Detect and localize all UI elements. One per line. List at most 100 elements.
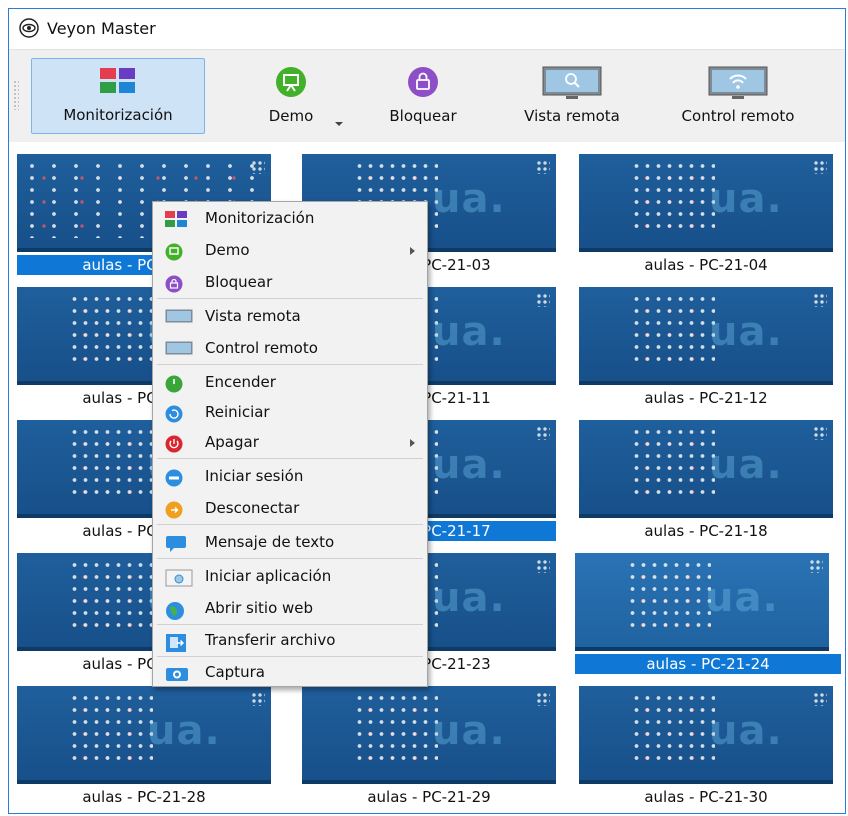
screen-watermark: ua. [432,309,506,355]
menu-item-label: Transferir archivo [205,631,336,649]
tray-icons [536,692,550,706]
tray-icons [813,426,827,440]
reboot-icon [165,405,183,423]
toolbar-grip[interactable] [13,80,19,110]
menu-item-label: Vista remota [205,307,301,325]
lock-button-label: Bloquear [389,107,457,125]
menu-item-label: Reiniciar [205,403,270,421]
remote-view-button[interactable]: Vista remota [503,58,641,134]
remote-control-button-label: Control remoto [681,107,795,125]
menu-item-logout[interactable]: Desconectar [153,494,427,524]
screen-watermark: ua. [432,176,506,222]
tray-icons [809,559,823,573]
menu-item-remote-control[interactable]: Control remoto [153,334,427,364]
menu-separator [157,524,423,525]
computer-label: aulas - PC-21-29 [367,788,491,806]
context-menu: Monitorización Demo Bloquear Vista remot… [152,201,428,687]
demo-dropdown-arrow-icon[interactable] [335,122,343,126]
computer-screen-thumbnail: ua. [579,686,833,784]
logout-icon [165,501,183,519]
menu-item-start-app[interactable]: Iniciar aplicación [153,562,427,592]
login-icon [165,469,183,487]
menu-item-screenshot[interactable]: Captura [153,658,427,688]
monitoring-button[interactable]: Monitorización [31,58,205,134]
tray-icons [536,559,550,573]
menu-separator [157,656,423,657]
window-title: Veyon Master [47,18,156,38]
demo-button-label: Demo [268,107,314,125]
screen-watermark: ua. [432,575,506,621]
menu-item-label: Bloquear [205,273,273,291]
monitoring-button-label: Monitorización [63,106,173,124]
menu-item-file-transfer[interactable]: Transferir archivo [153,626,427,656]
power-on-icon [165,375,183,393]
menu-item-demo[interactable]: Demo [153,236,427,266]
tray-icons [251,160,265,174]
remote-view-monitor-icon [542,66,602,99]
computer-screen-thumbnail: ua. [579,154,833,252]
menu-item-lock[interactable]: Bloquear [153,268,427,298]
screen-watermark: ua. [709,309,783,355]
tray-icons [813,692,827,706]
menu-item-power-off[interactable]: Apagar [153,428,427,458]
menu-item-label: Iniciar aplicación [205,567,332,585]
remote-control-icon [165,341,193,355]
screen-watermark: ua. [709,442,783,488]
computer-screen-thumbnail: ua. [579,420,833,518]
menu-item-label: Demo [205,241,250,259]
computer-tile[interactable]: ua. aulas - PC-21-30 [579,674,833,806]
menu-item-open-website[interactable]: Abrir sitio web [153,594,427,624]
menu-item-monitoring[interactable]: Monitorización [153,204,427,234]
remote-view-icon [165,309,193,323]
computer-tile[interactable]: ua. aulas - PC-21-28 [17,674,271,806]
menu-item-label: Captura [205,663,265,681]
menu-separator [157,624,423,625]
monitoring-grid-icon [100,68,135,93]
demo-button[interactable]: Demo [241,58,343,134]
menu-item-label: Encender [205,373,276,391]
screen-watermark: ua. [705,575,779,621]
menu-item-power-on[interactable]: Encender [153,368,427,398]
computer-tile[interactable]: ua. aulas - PC-21-29 [302,674,556,806]
screen-watermark: ua. [432,708,506,754]
computer-tile[interactable]: ua. aulas - PC-21-12 [579,275,833,407]
screen-watermark: ua. [432,442,506,488]
tray-icons [536,293,550,307]
submenu-arrow-icon [410,247,415,255]
computer-screen-thumbnail: ua. [302,686,556,784]
toolbar: Monitorización Demo Bloquear Vista remot… [9,49,845,143]
menu-item-text-message[interactable]: Mensaje de texto [153,528,427,558]
veyon-eye-icon [19,18,39,38]
computer-tile[interactable]: ua. aulas - PC-21-24 [575,541,841,674]
remote-control-button[interactable]: Control remoto [651,58,825,134]
computer-label: aulas - PC-21-24 [575,654,841,674]
tray-icons [536,160,550,174]
lock-icon [408,67,438,97]
screen-watermark: ua. [709,176,783,222]
computer-tile[interactable]: ua. aulas - PC-21-18 [579,408,833,540]
screenshot-icon [166,668,188,681]
lock-button[interactable]: Bloquear [371,58,475,134]
computer-screen-thumbnail: ua. [17,686,271,784]
menu-item-reboot[interactable]: Reiniciar [153,398,427,428]
computer-label: aulas - PC-21-28 [82,788,206,806]
menu-item-remote-view[interactable]: Vista remota [153,302,427,332]
menu-separator [157,364,423,365]
tray-icons [813,293,827,307]
computer-screen-thumbnail: ua. [575,553,829,651]
computer-tile[interactable]: ua. aulas - PC-21-04 [579,142,833,274]
computer-label: aulas - PC-21-12 [644,389,768,407]
open-website-icon [166,602,184,620]
menu-item-login[interactable]: Iniciar sesión [153,462,427,492]
lock-icon [165,275,183,293]
screen-watermark: ua. [709,708,783,754]
demo-icon [165,243,183,261]
power-off-icon [165,435,183,453]
tray-icons [813,160,827,174]
menu-separator [157,458,423,459]
menu-item-label: Iniciar sesión [205,467,304,485]
menu-separator [157,298,423,299]
computer-screen-thumbnail: ua. [579,287,833,385]
file-transfer-icon [166,634,186,652]
start-app-icon [165,569,193,587]
